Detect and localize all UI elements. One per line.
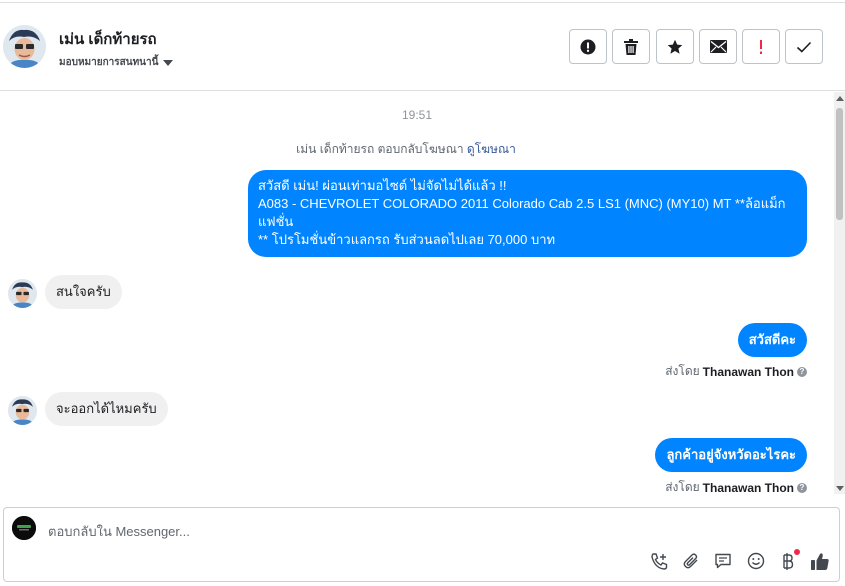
- sent-by-agent: Thanawan Thon: [702, 364, 794, 379]
- thread-scrollbar[interactable]: [834, 92, 845, 494]
- mark-unread-button[interactable]: [699, 29, 737, 64]
- like-button[interactable]: [809, 550, 831, 572]
- payment-button[interactable]: [777, 549, 800, 572]
- message-line: สวัสดี เม่น! ผ่อนเท่ามอไซต์ ไม่จัดไม่ได้…: [258, 178, 507, 193]
- help-icon[interactable]: ?: [797, 366, 807, 377]
- alert-circle-icon: [580, 39, 596, 54]
- emoji-button[interactable]: [745, 550, 767, 572]
- phone-plus-icon: [650, 552, 667, 570]
- sent-by-agent: Thanawan Thon: [702, 480, 794, 495]
- contact-name: เม่น เด็กท้ายรถ: [59, 31, 157, 48]
- mark-spam-button[interactable]: [569, 29, 607, 64]
- scroll-up-arrow-icon[interactable]: [836, 96, 844, 101]
- call-button[interactable]: [648, 550, 670, 572]
- sent-by-prefix: ส่งโดย: [665, 480, 700, 494]
- message-line: A083 - CHEVROLET COLORADO 2011 Colorado …: [258, 196, 786, 229]
- paperclip-icon: [683, 553, 698, 569]
- assign-conversation-dropdown[interactable]: มอบหมายการสนทนานี้: [59, 55, 174, 70]
- caret-down-icon: [163, 59, 174, 66]
- ad-reply-text: เม่น เด็กท้ายรถ ตอบกลับโฆษณา: [296, 142, 464, 156]
- emoji-icon: [747, 552, 765, 570]
- trash-icon: [624, 38, 638, 55]
- message-line: ** โปรโมชั่นข้าวแลกรถ รับส่วนลดไปเลย 70,…: [258, 232, 556, 247]
- outgoing-message: ลูกค้าอยู่จังหวัดอะไรคะ: [655, 438, 807, 472]
- conversation-header: เม่น เด็กท้ายรถ มอบหมายการสนทนานี้: [0, 3, 845, 91]
- message-timestamp: 19:51: [401, 108, 433, 122]
- star-button[interactable]: [656, 29, 694, 64]
- notification-dot: [794, 549, 800, 555]
- sent-by-prefix: ส่งโดย: [665, 364, 700, 378]
- sent-by-label: ส่งโดย Thanawan Thon ?: [665, 362, 807, 381]
- sent-by-label: ส่งโดย Thanawan Thon ?: [665, 478, 807, 494]
- contact-avatar[interactable]: [3, 25, 46, 68]
- exclamation-icon: [760, 39, 762, 54]
- message-thread[interactable]: 19:51 เม่น เด็กท้ายรถ ตอบกลับโฆษณา ดูโฆษ…: [0, 92, 834, 494]
- attach-button[interactable]: [680, 550, 702, 572]
- incoming-message: จะออกได้ไหมครับ: [45, 392, 168, 426]
- outgoing-message: สวัสดี เม่น! ผ่อนเท่ามอไซต์ ไม่จัดไม่ได้…: [248, 170, 807, 257]
- chat-bubble-icon: [715, 553, 731, 569]
- mark-done-button[interactable]: [785, 29, 823, 64]
- contact-avatar-small: [8, 279, 37, 308]
- scroll-thumb[interactable]: [836, 108, 843, 220]
- follow-up-button[interactable]: [742, 29, 780, 64]
- scroll-down-arrow-icon[interactable]: [836, 486, 844, 491]
- message-composer: [3, 507, 840, 582]
- page-avatar: [12, 516, 36, 540]
- delete-button[interactable]: [612, 29, 650, 64]
- saved-replies-button[interactable]: [712, 550, 734, 572]
- checkmark-icon: [796, 41, 812, 53]
- envelope-icon: [709, 40, 727, 53]
- view-ad-link[interactable]: ดูโฆษณา: [467, 142, 516, 156]
- baht-icon: [783, 553, 794, 570]
- contact-avatar-small: [8, 396, 37, 425]
- outgoing-message: สวัสดีคะ: [737, 323, 807, 357]
- reply-input[interactable]: [48, 522, 628, 540]
- assign-label: มอบหมายการสนทนานี้: [59, 57, 159, 68]
- incoming-message: สนใจครับ: [45, 275, 122, 309]
- help-icon[interactable]: ?: [797, 482, 807, 493]
- star-icon: [667, 39, 683, 54]
- ad-reply-notice: เม่น เด็กท้ายรถ ตอบกลับโฆษณา ดูโฆษณา: [0, 140, 812, 159]
- thumbs-up-icon: [811, 552, 829, 570]
